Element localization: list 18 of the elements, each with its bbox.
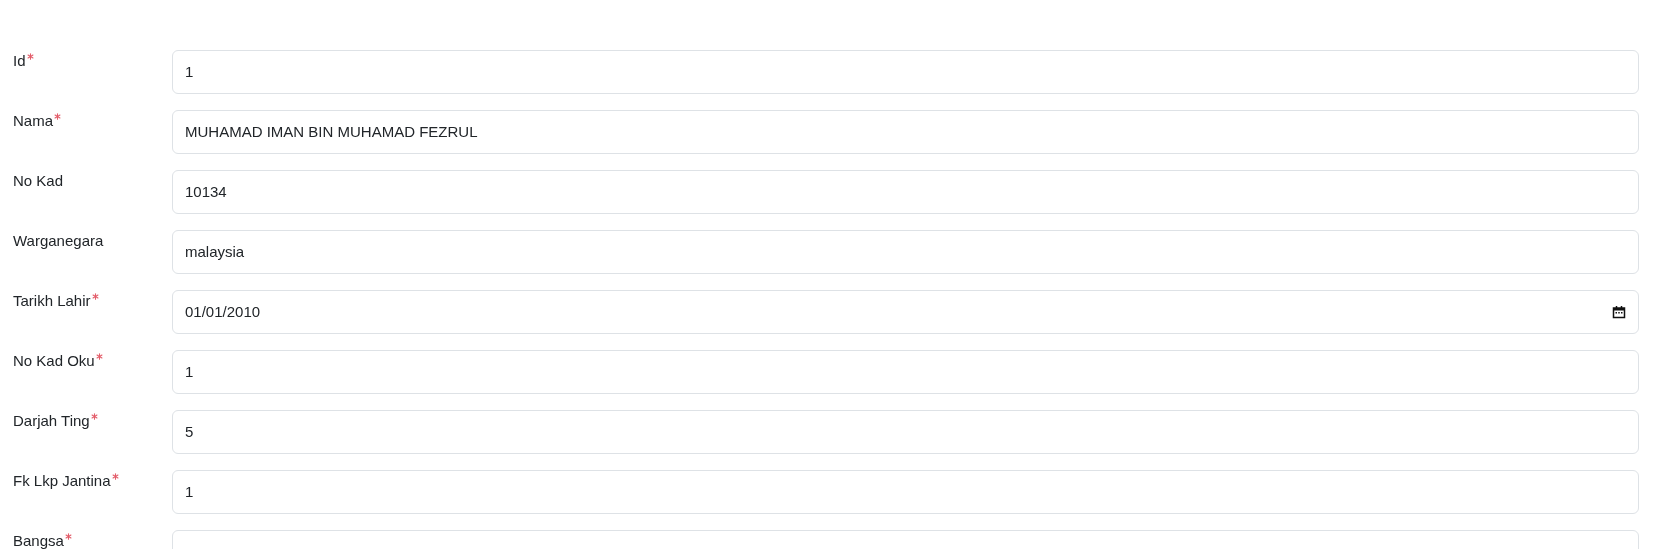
date-field[interactable]: 01/01/2010: [172, 290, 1639, 334]
field-label: Tarikh Lahir: [13, 291, 91, 310]
input-field[interactable]: malaysia: [172, 230, 1639, 274]
field-label: No Kad: [13, 171, 64, 190]
field-label: Warganegara: [13, 231, 104, 250]
input-field[interactable]: 10134: [172, 170, 1639, 214]
field-label: No Kad Oku: [13, 351, 95, 370]
field-label: Fk Lkp Jantina: [13, 471, 111, 490]
input-field[interactable]: 1: [172, 50, 1639, 94]
field-label: Darjah Ting: [13, 411, 90, 430]
input-field[interactable]: MUHAMAD IMAN BIN MUHAMAD FEZRUL: [172, 110, 1639, 154]
input-field[interactable]: 5: [172, 410, 1639, 454]
input-field[interactable]: 1: [172, 470, 1639, 514]
input-field[interactable]: 1: [172, 350, 1639, 394]
calendar-icon[interactable]: [1612, 305, 1626, 319]
field-label: Nama: [13, 111, 53, 130]
field-label: Bangsa: [13, 531, 64, 549]
field-label: Id: [13, 51, 26, 70]
